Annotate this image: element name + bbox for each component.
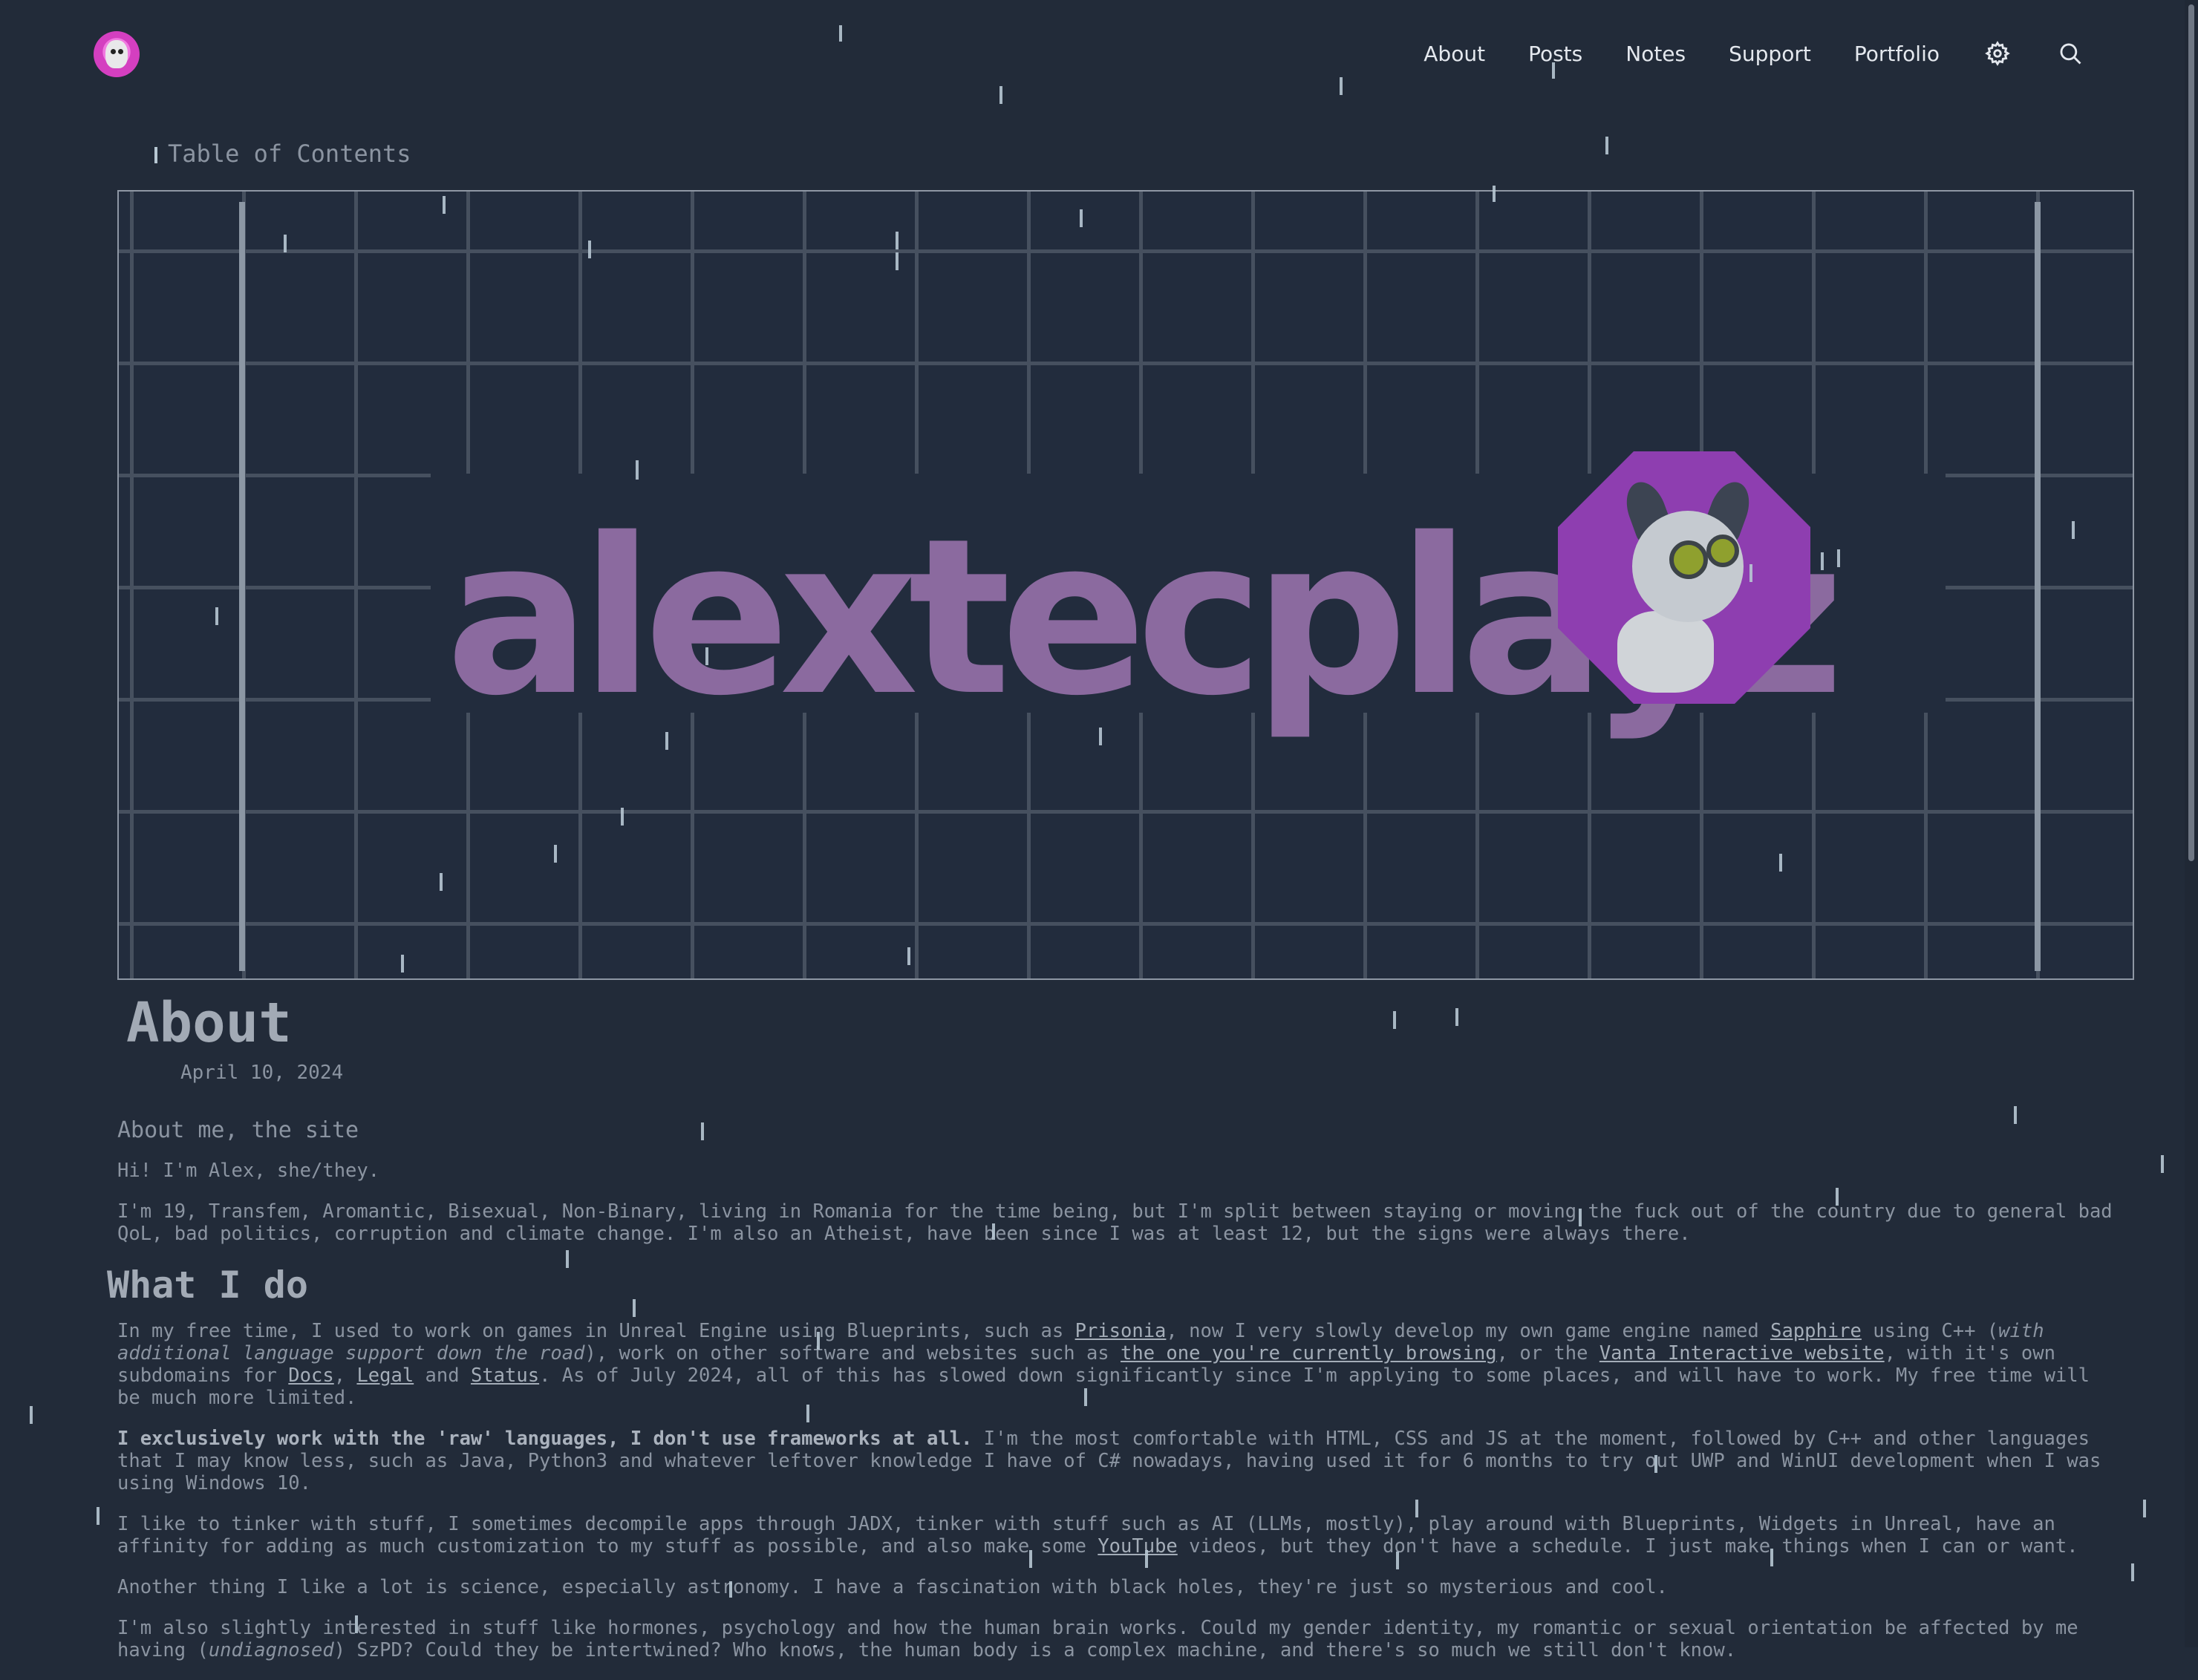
link-legal[interactable]: Legal — [356, 1364, 414, 1387]
rain-streak — [566, 1250, 569, 1268]
nav-portfolio[interactable]: Portfolio — [1854, 42, 1940, 66]
rain-streak — [1145, 1550, 1148, 1568]
heading-what-i-do: What I do — [107, 1264, 308, 1307]
rain-streak — [401, 955, 404, 973]
rain-streak — [97, 1507, 100, 1525]
rain-streak — [839, 25, 842, 42]
search-icon[interactable] — [2055, 39, 2085, 68]
rain-streak — [729, 1581, 732, 1598]
banner-rail-right — [2035, 202, 2041, 971]
rain-streak — [1836, 1188, 1839, 1206]
rain-streak — [440, 873, 443, 891]
rain-streak — [284, 235, 287, 252]
rain-streak — [1605, 137, 1608, 154]
main-nav: About Posts Notes Support Portfolio — [1424, 39, 2085, 68]
rain-streak — [2143, 1500, 2146, 1517]
rain-streak — [1493, 186, 1496, 202]
rain-streak — [621, 808, 624, 826]
rain-streak — [992, 1223, 995, 1240]
rain-streak — [1080, 209, 1083, 227]
link-vanta-website[interactable]: Vanta Interactive website — [1599, 1342, 1885, 1364]
rain-streak — [2072, 521, 2075, 539]
rain-streak — [1084, 1388, 1087, 1406]
rain-streak — [1455, 1008, 1458, 1026]
rain-streak — [1340, 77, 1343, 95]
rain-streak — [1749, 564, 1752, 582]
rain-streak — [999, 86, 1002, 104]
rain-streak — [1396, 1552, 1399, 1569]
rain-streak — [215, 607, 218, 625]
toc-marker-icon — [154, 147, 157, 163]
rain-streak — [1779, 854, 1782, 872]
rain-streak — [1393, 1011, 1396, 1029]
rain-streak — [588, 241, 591, 258]
rain-streak — [817, 1332, 820, 1350]
link-status[interactable]: Status — [471, 1364, 539, 1387]
paragraph-science: Another thing I like a lot is science, e… — [117, 1576, 1668, 1598]
rain-streak — [2014, 1106, 2017, 1124]
rain-streak — [896, 232, 899, 249]
link-current-site[interactable]: the one you're currently browsing — [1121, 1342, 1497, 1364]
paragraph-languages: I exclusively work with the 'raw' langua… — [117, 1428, 2101, 1494]
nav-posts[interactable]: Posts — [1528, 42, 1582, 66]
toc-label: Table of Contents — [168, 140, 411, 168]
rain-streak — [1552, 62, 1555, 79]
page-title: About — [126, 991, 292, 1055]
nav-support[interactable]: Support — [1729, 42, 1811, 66]
rain-streak — [30, 1406, 33, 1424]
rain-streak — [701, 1122, 704, 1140]
scrollbar-thumb[interactable] — [2188, 4, 2194, 861]
post-date: April 10, 2024 — [180, 1062, 344, 1084]
nav-notes[interactable]: Notes — [1625, 42, 1686, 66]
rain-streak — [1770, 1549, 1773, 1566]
link-youtube[interactable]: YouTube — [1098, 1535, 1177, 1558]
brand-mascot-icon — [1558, 451, 1810, 704]
rain-streak — [1821, 552, 1824, 570]
paragraph-identity: I'm 19, Transfem, Aromantic, Bisexual, N… — [117, 1200, 2113, 1245]
rain-streak — [1654, 1455, 1657, 1473]
rain-streak — [665, 732, 668, 750]
rain-streak — [443, 196, 446, 214]
rain-streak — [1029, 1550, 1032, 1568]
table-of-contents-toggle[interactable]: Table of Contents — [154, 140, 411, 168]
rain-streak — [896, 252, 899, 270]
rain-streak — [1415, 1500, 1418, 1517]
rain-streak — [355, 1615, 358, 1633]
rain-streak — [806, 1405, 809, 1422]
hero-banner: alextecplayz — [117, 190, 2134, 980]
link-docs[interactable]: Docs — [288, 1364, 333, 1387]
settings-icon[interactable] — [1983, 39, 2012, 68]
nav-about[interactable]: About — [1424, 42, 1485, 66]
page-scrollbar[interactable] — [2185, 0, 2198, 1647]
rain-streak — [705, 647, 708, 665]
link-sapphire[interactable]: Sapphire — [1770, 1320, 1862, 1342]
paragraph-psychology: I'm also slightly interested in stuff li… — [117, 1617, 2078, 1661]
paragraph-projects: In my free time, I used to work on games… — [117, 1320, 2090, 1409]
rain-streak — [554, 845, 557, 863]
section-label: About me, the site — [117, 1117, 359, 1143]
site-logo-avatar[interactable] — [94, 31, 140, 77]
rain-streak — [1579, 1209, 1582, 1226]
article-body: About me, the site Hi! I'm Alex, she/the… — [107, 1117, 2122, 1680]
rain-streak — [2161, 1155, 2164, 1173]
rain-streak — [907, 947, 910, 965]
rain-streak — [636, 460, 639, 480]
paragraph-tinker: I like to tinker with stuff, I sometimes… — [117, 1513, 2078, 1558]
rain-streak — [2131, 1563, 2134, 1581]
mascot-icon — [105, 40, 128, 68]
rain-streak — [1099, 728, 1102, 745]
rain-streak — [633, 1299, 636, 1317]
link-prisonia[interactable]: Prisonia — [1075, 1320, 1167, 1342]
paragraph-intro: Hi! I'm Alex, she/they. — [117, 1160, 380, 1182]
banner-rail-left — [239, 202, 245, 971]
rain-streak — [1837, 549, 1840, 567]
